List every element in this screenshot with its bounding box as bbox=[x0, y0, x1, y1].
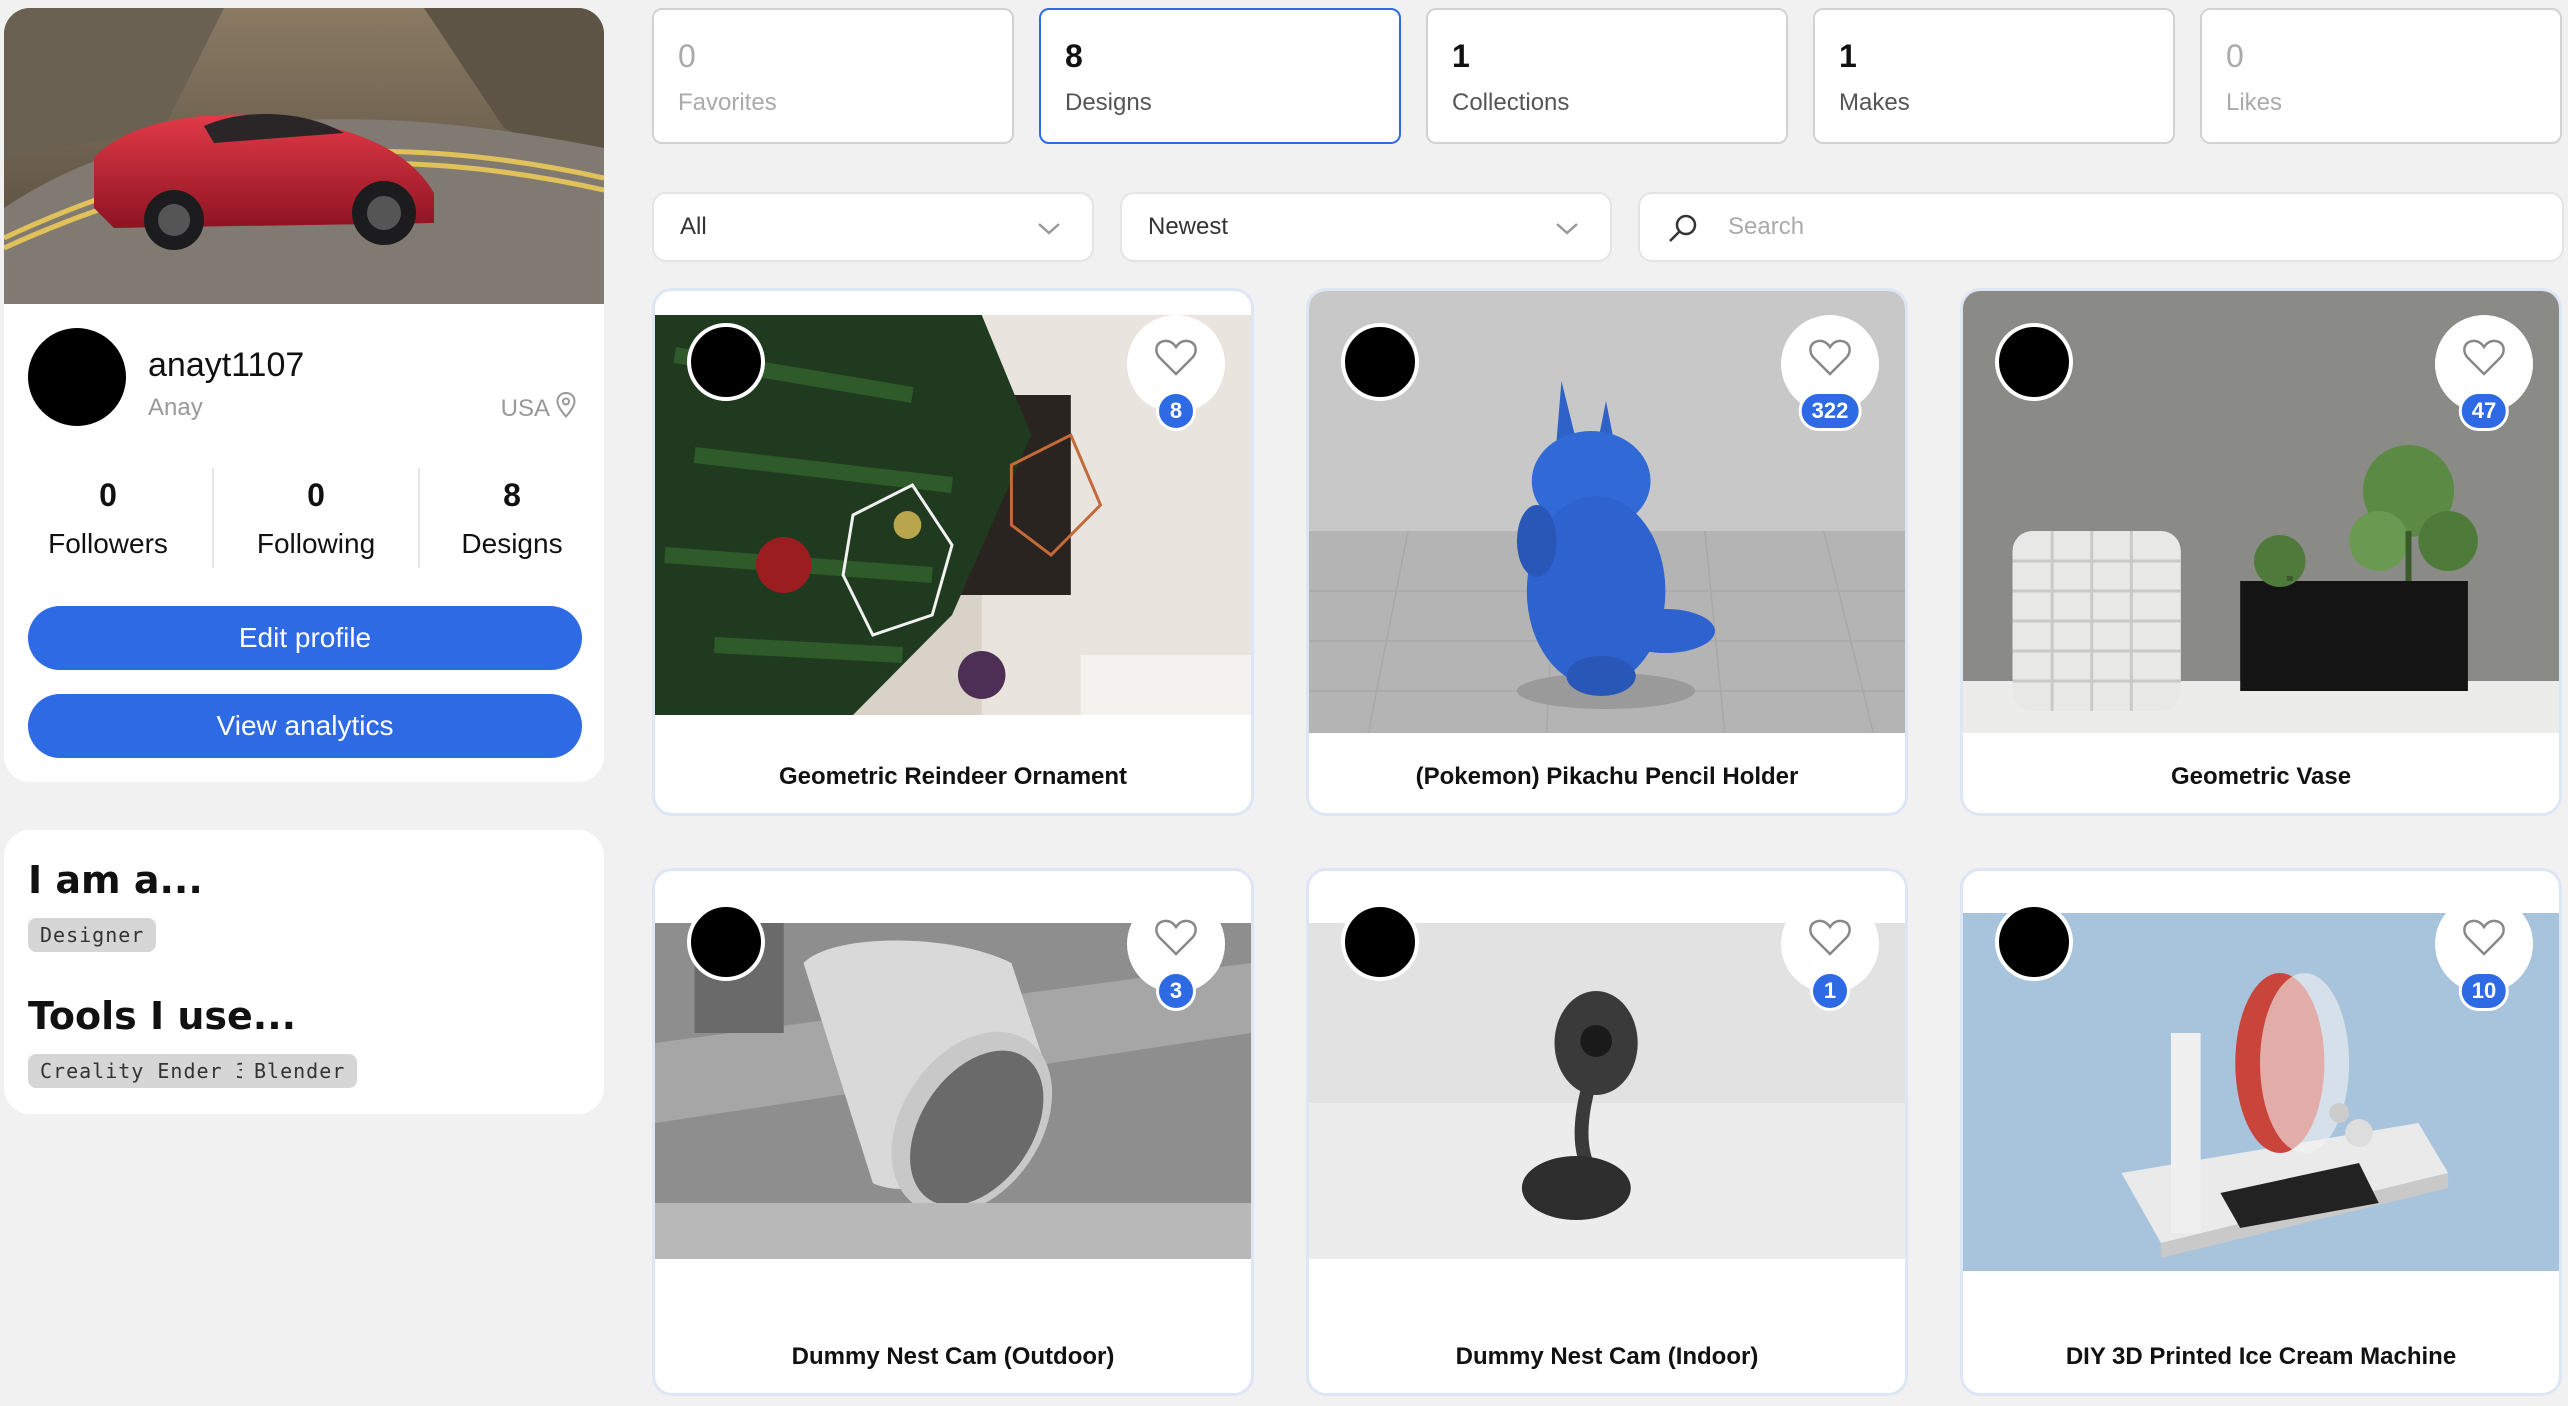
design-card[interactable]: 3 Dummy Nest Cam (Outdoor) bbox=[652, 868, 1254, 1396]
stat-value: 0 bbox=[307, 476, 325, 513]
design-title[interactable]: Dummy Nest Cam (Indoor) bbox=[1309, 1343, 1905, 1371]
design-title[interactable]: Geometric Reindeer Ornament bbox=[655, 763, 1251, 791]
role-tag: Designer bbox=[28, 918, 157, 952]
like-button[interactable]: 8 bbox=[1127, 315, 1225, 431]
like-count-badge: 322 bbox=[1798, 391, 1862, 431]
tab-makes[interactable]: 1 Makes bbox=[1813, 8, 2175, 144]
creator-avatar[interactable] bbox=[1995, 903, 2073, 981]
like-button[interactable]: 47 bbox=[2435, 315, 2533, 431]
design-card[interactable]: 8 Geometric Reindeer Ornament bbox=[652, 288, 1254, 816]
stat-label: Designs bbox=[461, 527, 563, 559]
tab-label: Likes bbox=[2226, 89, 2283, 116]
tab-collections[interactable]: 1 Collections bbox=[1426, 8, 1788, 144]
tab-label: Makes bbox=[1839, 89, 1910, 116]
profile-username: anayt1107 bbox=[148, 346, 305, 384]
like-count-badge: 8 bbox=[1156, 391, 1196, 431]
profile-stats: 0 Followers 0 Following 8 Designs bbox=[4, 468, 604, 568]
map-pin-icon bbox=[556, 391, 576, 425]
profile-banner-image bbox=[4, 8, 604, 304]
design-title[interactable]: DIY 3D Printed Ice Cream Machine bbox=[1963, 1343, 2559, 1371]
location-text: USA bbox=[500, 394, 550, 422]
design-title[interactable]: Geometric Vase bbox=[1963, 763, 2559, 791]
edit-profile-button[interactable]: Edit profile bbox=[28, 606, 582, 670]
tool-tag: Blender bbox=[242, 1054, 358, 1088]
stat-followers[interactable]: 0 Followers bbox=[4, 468, 212, 568]
like-button[interactable]: 1 bbox=[1781, 895, 1879, 1011]
creator-avatar[interactable] bbox=[1341, 323, 1419, 401]
tab-favorites[interactable]: 0 Favorites bbox=[652, 8, 1014, 144]
like-button[interactable]: 10 bbox=[2435, 895, 2533, 1011]
design-card[interactable]: 322 (Pokemon) Pikachu Pencil Holder bbox=[1306, 288, 1908, 816]
sort-select[interactable]: Newest bbox=[1120, 192, 1612, 262]
stat-label: Following bbox=[256, 527, 376, 559]
stat-value: 0 bbox=[99, 476, 117, 513]
like-button[interactable]: 322 bbox=[1781, 315, 1879, 431]
stat-value: 8 bbox=[503, 476, 521, 513]
design-title[interactable]: Dummy Nest Cam (Outdoor) bbox=[655, 1343, 1251, 1371]
stat-designs[interactable]: 8 Designs bbox=[420, 468, 604, 568]
search-icon bbox=[1666, 212, 1700, 253]
stat-label: Followers bbox=[48, 527, 168, 559]
creator-avatar[interactable] bbox=[687, 323, 765, 401]
tab-likes[interactable]: 0 Likes bbox=[2200, 8, 2562, 144]
profile-real-name: Anay bbox=[148, 394, 203, 421]
design-card[interactable]: 1 Dummy Nest Cam (Indoor) bbox=[1306, 868, 1908, 1396]
search-box[interactable] bbox=[1638, 192, 2564, 262]
tab-label: Designs bbox=[1065, 89, 1152, 116]
sort-select-value: Newest bbox=[1148, 213, 1229, 240]
creator-avatar[interactable] bbox=[1995, 323, 2073, 401]
chevron-down-icon bbox=[1036, 216, 1062, 247]
like-count-badge: 10 bbox=[2458, 971, 2510, 1011]
about-card: I am a... Designer Tools I use... Creali… bbox=[4, 830, 604, 1114]
profile-location: USA bbox=[500, 391, 576, 425]
stat-following[interactable]: 0 Following bbox=[212, 468, 420, 568]
like-button[interactable]: 3 bbox=[1127, 895, 1225, 1011]
tab-count: 1 bbox=[1839, 38, 1857, 74]
tools-heading: Tools I use... bbox=[28, 994, 297, 1038]
tab-label: Favorites bbox=[678, 89, 777, 116]
like-count-badge: 3 bbox=[1156, 971, 1196, 1011]
view-analytics-button[interactable]: View analytics bbox=[28, 694, 582, 758]
tab-count: 0 bbox=[678, 38, 696, 74]
like-count-badge: 47 bbox=[2458, 391, 2510, 431]
creator-avatar[interactable] bbox=[1341, 903, 1419, 981]
tab-count: 1 bbox=[1452, 38, 1470, 74]
chevron-down-icon bbox=[1554, 216, 1580, 247]
creator-avatar[interactable] bbox=[687, 903, 765, 981]
design-title[interactable]: (Pokemon) Pikachu Pencil Holder bbox=[1309, 763, 1905, 791]
tab-designs[interactable]: 8 Designs bbox=[1039, 8, 1401, 144]
tool-tag: Creality Ender 3 bbox=[28, 1054, 261, 1088]
design-card[interactable]: 47 Geometric Vase bbox=[1960, 288, 2562, 816]
category-select-value: All bbox=[680, 213, 707, 240]
like-count-badge: 1 bbox=[1810, 971, 1850, 1011]
profile-avatar[interactable] bbox=[28, 328, 126, 426]
design-card[interactable]: 10 DIY 3D Printed Ice Cream Machine bbox=[1960, 868, 2562, 1396]
profile-card: anayt1107 Anay USA 0 Followers 0 Followi… bbox=[4, 8, 604, 782]
search-input[interactable] bbox=[1726, 212, 2506, 242]
tab-label: Collections bbox=[1452, 89, 1570, 116]
category-select[interactable]: All bbox=[652, 192, 1094, 262]
tab-count: 8 bbox=[1065, 38, 1083, 74]
role-heading: I am a... bbox=[28, 858, 203, 902]
tab-count: 0 bbox=[2226, 38, 2244, 74]
